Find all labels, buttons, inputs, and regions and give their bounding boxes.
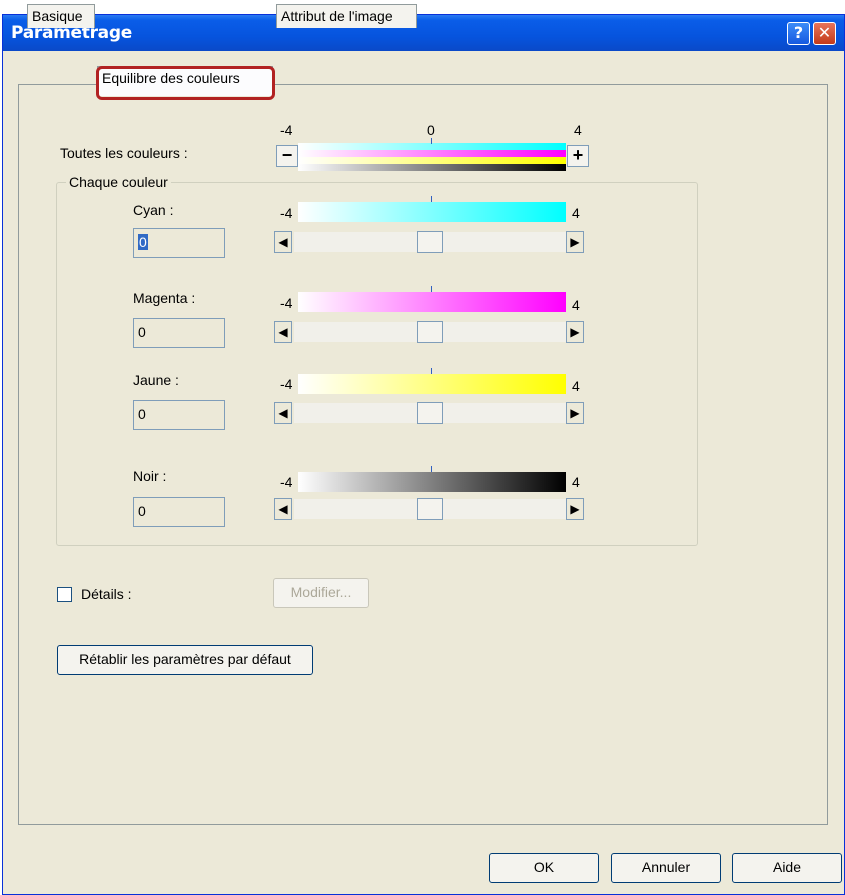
all-colors-zero-tick: 0: [427, 122, 435, 138]
noir-value-field[interactable]: 0: [133, 497, 225, 527]
tab-attribut-image[interactable]: Attribut de l'image: [276, 4, 417, 28]
cyan-min-tick: -4: [280, 205, 293, 221]
magenta-min-tick: -4: [280, 295, 293, 311]
tab-basique[interactable]: Basique: [27, 4, 95, 28]
modify-button[interactable]: Modifier...: [273, 578, 369, 608]
jaune-left-arrow-icon[interactable]: ◀: [274, 402, 292, 424]
magenta-left-arrow-icon[interactable]: ◀: [274, 321, 292, 343]
jaune-min-tick: -4: [280, 376, 293, 392]
each-color-group-title: Chaque couleur: [66, 174, 171, 190]
reset-defaults-button[interactable]: Rétablir les paramètres par défaut: [57, 645, 313, 675]
active-tab-highlight: [96, 66, 275, 100]
all-colors-plus-button[interactable]: +: [567, 145, 589, 167]
title-bar[interactable]: Paramétrage ? ✕: [3, 15, 844, 51]
all-colors-max-tick: 4: [574, 122, 582, 138]
cyan-value-field[interactable]: 0: [133, 228, 225, 258]
noir-label: Noir :: [133, 468, 167, 484]
all-colors-label: Toutes les couleurs :: [60, 145, 188, 161]
cyan-value: 0: [138, 234, 148, 250]
cyan-gradient-bar: [298, 202, 566, 222]
cyan-slider[interactable]: ◀ ▶: [274, 231, 588, 253]
cyan-label: Cyan :: [133, 202, 174, 218]
magenta-value: 0: [138, 324, 146, 340]
help-button[interactable]: Aide: [732, 853, 842, 883]
details-label: Détails :: [81, 586, 132, 602]
noir-left-arrow-icon[interactable]: ◀: [274, 498, 292, 520]
cyan-right-arrow-icon[interactable]: ▶: [566, 231, 584, 253]
cyan-center-mark: [431, 196, 432, 202]
noir-slider-thumb[interactable]: [417, 498, 443, 520]
jaune-slider[interactable]: ◀ ▶: [274, 402, 588, 424]
noir-right-arrow-icon[interactable]: ▶: [566, 498, 584, 520]
close-title-button[interactable]: ✕: [813, 22, 836, 45]
jaune-max-tick: 4: [572, 378, 580, 394]
all-colors-center-mark: [431, 138, 432, 144]
magenta-slider[interactable]: ◀ ▶: [274, 321, 588, 343]
noir-min-tick: -4: [280, 474, 293, 490]
noir-value: 0: [138, 503, 146, 519]
jaune-slider-thumb[interactable]: [417, 402, 443, 424]
magenta-gradient-bar: [298, 292, 566, 312]
noir-gradient-bar: [298, 472, 566, 492]
jaune-value: 0: [138, 406, 146, 422]
ok-button[interactable]: OK: [489, 853, 599, 883]
jaune-value-field[interactable]: 0: [133, 400, 225, 430]
all-colors-minus-button[interactable]: −: [276, 145, 298, 167]
jaune-center-mark: [431, 368, 432, 374]
jaune-gradient-bar: [298, 374, 566, 394]
jaune-right-arrow-icon[interactable]: ▶: [566, 402, 584, 424]
noir-max-tick: 4: [572, 474, 580, 490]
magenta-slider-thumb[interactable]: [417, 321, 443, 343]
cyan-max-tick: 4: [572, 205, 580, 221]
help-title-button[interactable]: ?: [787, 22, 810, 45]
all-colors-bar: [298, 143, 566, 171]
cancel-button[interactable]: Annuler: [611, 853, 721, 883]
magenta-center-mark: [431, 286, 432, 292]
noir-slider[interactable]: ◀ ▶: [274, 498, 588, 520]
cyan-left-arrow-icon[interactable]: ◀: [274, 231, 292, 253]
magenta-max-tick: 4: [572, 297, 580, 313]
jaune-label: Jaune :: [133, 372, 179, 388]
all-colors-min-tick: -4: [280, 122, 293, 138]
noir-center-mark: [431, 466, 432, 472]
magenta-value-field[interactable]: 0: [133, 318, 225, 348]
cyan-slider-thumb[interactable]: [417, 231, 443, 253]
magenta-label: Magenta :: [133, 290, 196, 306]
details-checkbox[interactable]: [57, 587, 72, 602]
magenta-right-arrow-icon[interactable]: ▶: [566, 321, 584, 343]
